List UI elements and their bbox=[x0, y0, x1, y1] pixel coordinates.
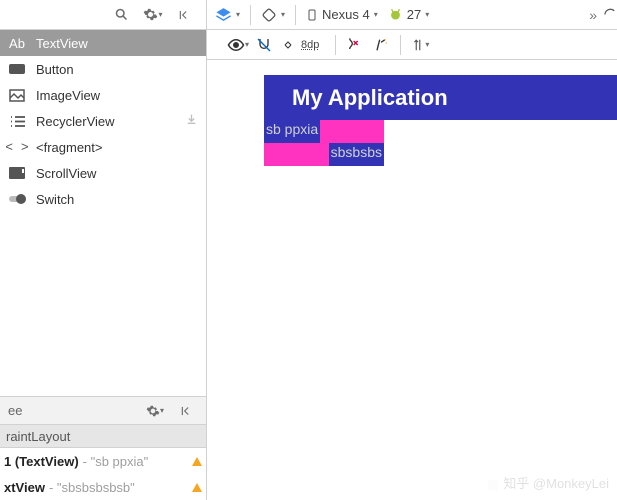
app-title: My Application bbox=[292, 85, 448, 111]
scrollview-icon bbox=[8, 164, 26, 182]
collapse-icon[interactable] bbox=[176, 400, 198, 422]
top-toolbar-left: ▾ bbox=[0, 0, 207, 29]
text-icon: Ab bbox=[8, 34, 26, 52]
download-icon[interactable] bbox=[185, 113, 198, 129]
orientation-dropdown[interactable]: ▾ bbox=[257, 4, 289, 26]
refresh-icon[interactable] bbox=[599, 4, 617, 26]
watermark: 知乎 @MonkeyLei bbox=[486, 473, 609, 492]
palette-item-recyclerview[interactable]: RecyclerView bbox=[0, 108, 206, 134]
top-toolbar-right: ▾ ▾ Nexus 4 ▾ 27 ▾ » bbox=[207, 0, 617, 29]
device-dropdown[interactable]: Nexus 4 ▾ bbox=[302, 4, 382, 26]
api-dropdown[interactable]: 27 ▾ bbox=[384, 4, 433, 26]
palette-label: <fragment> bbox=[36, 140, 103, 155]
tree-header-label: ee bbox=[8, 403, 134, 418]
design-pane: ▾ 8dp ▾ My Application bbox=[207, 30, 617, 500]
magnet-icon[interactable] bbox=[253, 34, 275, 56]
device-label: Nexus 4 bbox=[322, 7, 370, 22]
palette-label: TextView bbox=[36, 36, 88, 51]
palette-item-fragment[interactable]: < > <fragment> bbox=[0, 134, 206, 160]
fragment-icon: < > bbox=[8, 138, 26, 156]
palette-item-switch[interactable]: Switch bbox=[0, 186, 206, 212]
tree-row[interactable]: xtView - "sbsbsbsbsb" bbox=[0, 474, 206, 500]
tree-row-text: - "sb ppxia" bbox=[83, 454, 149, 469]
clear-constraints-icon[interactable] bbox=[344, 34, 366, 56]
widget-palette: Ab TextView Button ImageView RecyclerVie… bbox=[0, 30, 206, 212]
default-margin[interactable]: 8dp bbox=[279, 34, 327, 56]
textview-2-text: sbsbsbs bbox=[329, 143, 384, 166]
layers-dropdown[interactable]: ▾ bbox=[211, 4, 244, 26]
textview-1-text: sb ppxia bbox=[264, 120, 320, 143]
palette-item-scrollview[interactable]: ScrollView bbox=[0, 160, 206, 186]
collapse-icon[interactable] bbox=[174, 4, 196, 26]
gear-icon[interactable]: ▾ bbox=[144, 400, 166, 422]
palette-label: ScrollView bbox=[36, 166, 96, 181]
top-toolbar: ▾ ▾ ▾ Nexus 4 ▾ 27 ▾ » bbox=[0, 0, 617, 30]
margin-value: 8dp bbox=[297, 39, 323, 51]
component-tree: 1 (TextView) - "sb ppxia" xtView - "sbsb… bbox=[0, 448, 206, 500]
image-icon bbox=[8, 86, 26, 104]
palette-item-textview[interactable]: Ab TextView bbox=[0, 30, 206, 56]
tree-row-name: 1 (TextView) bbox=[4, 454, 79, 469]
palette-item-button[interactable]: Button bbox=[0, 56, 206, 82]
tree-root[interactable]: raintLayout bbox=[0, 424, 206, 448]
switch-icon bbox=[8, 190, 26, 208]
palette-label: Button bbox=[36, 62, 74, 77]
infer-constraints-icon[interactable] bbox=[370, 34, 392, 56]
tree-row-text: - "sbsbsbsbsb" bbox=[49, 480, 135, 495]
textview-1[interactable]: sb ppxia bbox=[264, 120, 384, 143]
eye-icon[interactable]: ▾ bbox=[227, 34, 249, 56]
warning-icon bbox=[192, 457, 202, 466]
palette-label: Switch bbox=[36, 192, 74, 207]
palette-label: RecyclerView bbox=[36, 114, 115, 129]
design-toolbar: ▾ 8dp ▾ bbox=[207, 30, 617, 60]
gear-icon[interactable]: ▾ bbox=[142, 4, 164, 26]
guidelines-icon[interactable]: ▾ bbox=[409, 34, 431, 56]
app-bar: My Application bbox=[264, 75, 617, 120]
list-icon bbox=[8, 112, 26, 130]
palette-label: ImageView bbox=[36, 88, 100, 103]
left-pane: Ab TextView Button ImageView RecyclerVie… bbox=[0, 30, 207, 500]
api-label: 27 bbox=[407, 7, 421, 22]
search-icon[interactable] bbox=[110, 4, 132, 26]
textview-2[interactable]: sbsbsbs bbox=[264, 143, 384, 166]
watermark-text: 知乎 @MonkeyLei bbox=[503, 476, 609, 491]
more-icon[interactable]: » bbox=[589, 7, 597, 23]
button-icon bbox=[8, 60, 26, 78]
warning-icon bbox=[192, 483, 202, 492]
palette-item-imageview[interactable]: ImageView bbox=[0, 82, 206, 108]
design-canvas[interactable]: My Application sb ppxia sbsbsbs bbox=[207, 60, 617, 500]
tree-row[interactable]: 1 (TextView) - "sb ppxia" bbox=[0, 448, 206, 474]
tree-header: ee ▾ bbox=[0, 396, 206, 424]
tree-row-name: xtView bbox=[4, 480, 45, 495]
